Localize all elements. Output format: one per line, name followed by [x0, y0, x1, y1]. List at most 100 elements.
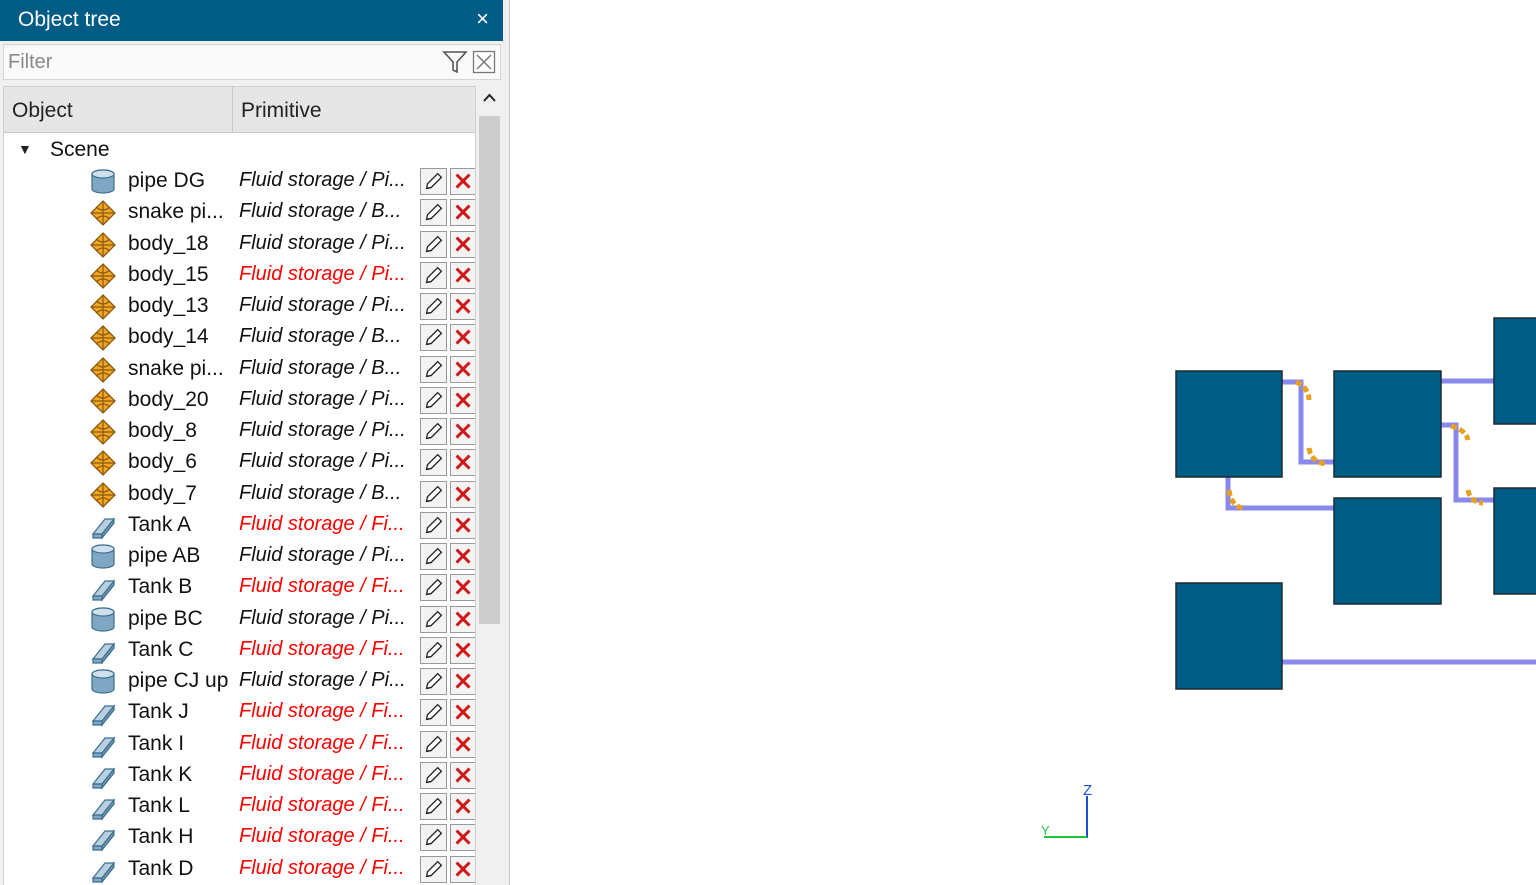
delete-icon[interactable] — [450, 324, 475, 352]
delete-icon[interactable] — [450, 824, 475, 852]
tank-box[interactable] — [1333, 370, 1442, 478]
tree-row[interactable]: Tank L Fluid storage / Fi... — [4, 792, 475, 823]
tank-box[interactable] — [1493, 317, 1536, 425]
edit-pencil-icon[interactable] — [420, 511, 447, 539]
tree-row[interactable]: body_7 Fluid storage / B... — [4, 480, 475, 511]
primitive-label: Fluid storage / Fi... — [239, 575, 405, 598]
delete-icon[interactable] — [450, 668, 475, 695]
edit-pencil-icon[interactable] — [420, 230, 447, 258]
delete-icon[interactable] — [450, 636, 475, 664]
object-name: body_18 — [128, 231, 209, 255]
edit-pencil-icon[interactable] — [420, 261, 447, 289]
tree-row[interactable]: body_14 Fluid storage / B... — [4, 323, 475, 354]
delete-icon[interactable] — [450, 761, 475, 789]
pipe-segment[interactable] — [1225, 477, 1334, 511]
tree-row[interactable]: pipe CJ up Fluid storage / Pi... — [4, 667, 475, 698]
edit-pencil-icon[interactable] — [420, 543, 447, 570]
box-icon — [88, 762, 118, 790]
edit-pencil-icon[interactable] — [420, 480, 447, 508]
tree-node-scene[interactable]: ▼ Scene — [4, 137, 475, 167]
expand-arrow-icon[interactable]: ▼ — [18, 141, 32, 157]
delete-icon[interactable] — [450, 511, 475, 539]
tree-row[interactable]: Tank B Fluid storage / Fi... — [4, 573, 475, 604]
delete-icon[interactable] — [450, 449, 475, 477]
tank-box[interactable] — [1175, 582, 1283, 690]
delete-icon[interactable] — [450, 230, 475, 258]
box-icon — [88, 793, 118, 821]
delete-icon[interactable] — [450, 199, 475, 227]
delete-icon[interactable] — [450, 261, 475, 289]
pipe-bend[interactable] — [1226, 489, 1244, 511]
tree-row[interactable]: body_18 Fluid storage / Pi... — [4, 230, 475, 261]
delete-icon[interactable] — [450, 574, 475, 602]
edit-pencil-icon[interactable] — [420, 168, 447, 195]
edit-pencil-icon[interactable] — [420, 574, 447, 602]
vertical-scrollbar[interactable] — [477, 86, 502, 885]
edit-pencil-icon[interactable] — [420, 824, 447, 852]
tree-row[interactable]: snake pi... Fluid storage / B... — [4, 198, 475, 229]
3d-viewport[interactable]: Z Y — [511, 0, 1536, 885]
tree-row[interactable]: Tank J Fluid storage / Fi... — [4, 698, 475, 729]
mesh-body-icon — [88, 356, 118, 384]
tree-row[interactable]: Tank I Fluid storage / Fi... — [4, 730, 475, 761]
edit-pencil-icon[interactable] — [420, 636, 447, 664]
tree-row[interactable]: body_13 Fluid storage / Pi... — [4, 292, 475, 323]
tank-box[interactable] — [1493, 487, 1536, 595]
tank-box[interactable] — [1175, 370, 1283, 478]
edit-pencil-icon[interactable] — [420, 699, 447, 727]
delete-icon[interactable] — [450, 605, 475, 633]
edit-pencil-icon[interactable] — [420, 730, 447, 758]
edit-pencil-icon[interactable] — [420, 793, 447, 820]
tree-row[interactable]: body_15 Fluid storage / Pi... — [4, 261, 475, 292]
tree-row[interactable]: Tank K Fluid storage / Fi... — [4, 761, 475, 792]
delete-icon[interactable] — [450, 480, 475, 508]
edit-pencil-icon[interactable] — [420, 324, 447, 352]
box-icon — [88, 824, 118, 852]
delete-icon[interactable] — [450, 355, 475, 383]
scene-canvas[interactable]: Z Y — [511, 0, 1536, 885]
edit-pencil-icon[interactable] — [420, 386, 447, 414]
primitive-label: Fluid storage / B... — [239, 325, 402, 348]
edit-pencil-icon[interactable] — [420, 761, 447, 789]
tree-row[interactable]: Tank C Fluid storage / Fi... — [4, 636, 475, 667]
object-name: pipe AB — [128, 544, 201, 567]
edit-pencil-icon[interactable] — [420, 855, 447, 883]
edit-pencil-icon[interactable] — [420, 418, 447, 445]
edit-pencil-icon[interactable] — [420, 355, 447, 383]
edit-pencil-icon[interactable] — [420, 449, 447, 477]
object-name: Tank K — [128, 762, 193, 786]
edit-pencil-icon[interactable] — [420, 668, 447, 695]
delete-icon[interactable] — [450, 418, 475, 445]
filter-funnel-icon[interactable] — [442, 49, 468, 75]
tank-box[interactable] — [1333, 497, 1442, 605]
tree-row[interactable]: snake pi... Fluid storage / B... — [4, 355, 475, 386]
delete-icon[interactable] — [450, 855, 475, 883]
clear-filter-icon[interactable] — [472, 50, 496, 74]
tree-row[interactable]: Tank H Fluid storage / Fi... — [4, 823, 475, 854]
delete-icon[interactable] — [450, 293, 475, 320]
scroll-up-arrow-icon[interactable] — [477, 86, 502, 112]
delete-icon[interactable] — [450, 168, 475, 195]
edit-pencil-icon[interactable] — [420, 293, 447, 320]
mesh-body-icon — [88, 199, 118, 227]
scrollbar-thumb[interactable] — [479, 116, 500, 624]
tree-row[interactable]: Tank A Fluid storage / Fi... — [4, 511, 475, 542]
tree-row[interactable]: body_20 Fluid storage / Pi... — [4, 386, 475, 417]
column-header-object[interactable]: Object — [4, 87, 233, 132]
tree-row[interactable]: body_8 Fluid storage / Pi... — [4, 417, 475, 448]
tree-row[interactable]: Tank D Fluid storage / Fi... — [4, 855, 475, 885]
edit-pencil-icon[interactable] — [420, 605, 447, 633]
delete-icon[interactable] — [450, 543, 475, 570]
delete-icon[interactable] — [450, 730, 475, 758]
delete-icon[interactable] — [450, 793, 475, 820]
delete-icon[interactable] — [450, 699, 475, 727]
close-icon[interactable]: × — [476, 6, 489, 32]
tree-row[interactable]: pipe BC Fluid storage / Pi... — [4, 605, 475, 636]
filter-input[interactable] — [4, 45, 434, 79]
column-header-primitive[interactable]: Primitive — [233, 87, 475, 132]
tree-row[interactable]: body_6 Fluid storage / Pi... — [4, 448, 475, 479]
tree-row[interactable]: pipe DG Fluid storage / Pi... — [4, 167, 475, 198]
delete-icon[interactable] — [450, 386, 475, 414]
tree-row[interactable]: pipe AB Fluid storage / Pi... — [4, 542, 475, 573]
edit-pencil-icon[interactable] — [420, 199, 447, 227]
